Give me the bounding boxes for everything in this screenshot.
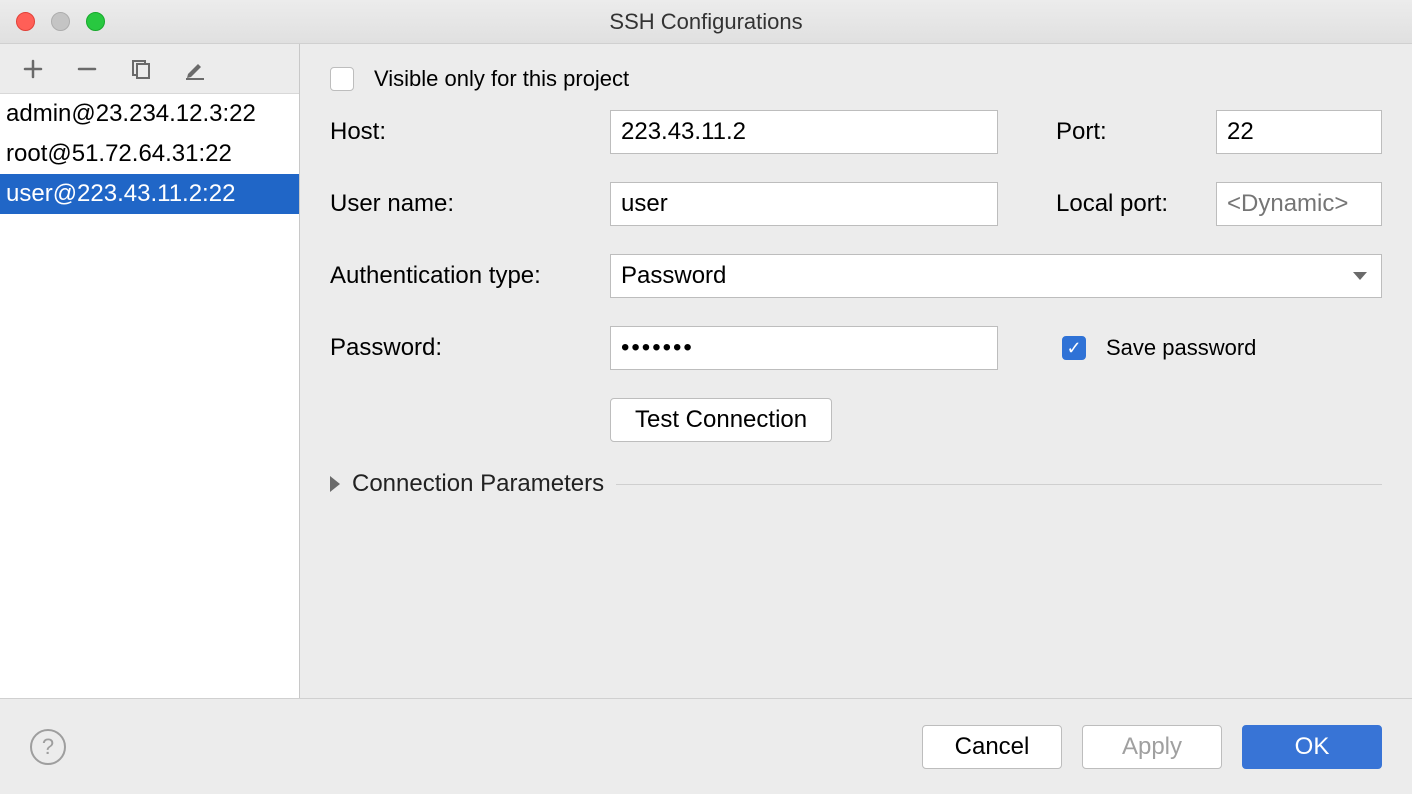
save-password-label: Save password — [1106, 335, 1256, 361]
port-label: Port: — [1056, 118, 1196, 146]
username-input[interactable] — [610, 182, 998, 226]
list-item[interactable]: root@51.72.64.31:22 — [0, 134, 299, 174]
list-item[interactable]: admin@23.234.12.3:22 — [0, 94, 299, 134]
password-input[interactable] — [610, 326, 998, 370]
chevron-down-icon — [1353, 272, 1367, 280]
help-icon[interactable]: ? — [30, 729, 66, 765]
window-title: SSH Configurations — [609, 9, 802, 35]
sidebar-toolbar — [0, 44, 299, 94]
copy-icon[interactable] — [128, 56, 154, 82]
cancel-button[interactable]: Cancel — [922, 725, 1062, 769]
section-title: Connection Parameters — [352, 470, 604, 498]
sidebar: admin@23.234.12.3:22 root@51.72.64.31:22… — [0, 44, 300, 698]
auth-type-label: Authentication type: — [330, 262, 590, 290]
auth-type-value: Password — [621, 262, 726, 290]
visible-only-label: Visible only for this project — [374, 66, 629, 92]
auth-type-select[interactable]: Password — [610, 254, 1382, 298]
list-item[interactable]: user@223.43.11.2:22 — [0, 174, 299, 214]
test-connection-button[interactable]: Test Connection — [610, 398, 832, 442]
local-port-input[interactable] — [1216, 182, 1382, 226]
apply-button[interactable]: Apply — [1082, 725, 1222, 769]
visible-only-checkbox[interactable] — [330, 67, 354, 91]
window-controls — [16, 12, 105, 31]
minimize-window-icon[interactable] — [51, 12, 70, 31]
dialog-footer: ? Cancel Apply OK — [0, 698, 1412, 794]
local-port-label: Local port: — [1056, 190, 1196, 218]
configurations-list: admin@23.234.12.3:22 root@51.72.64.31:22… — [0, 94, 299, 698]
titlebar: SSH Configurations — [0, 0, 1412, 44]
edit-icon[interactable] — [182, 56, 208, 82]
password-label: Password: — [330, 334, 590, 362]
expand-icon — [330, 476, 340, 492]
connection-parameters-section[interactable]: Connection Parameters — [330, 470, 1382, 498]
maximize-window-icon[interactable] — [86, 12, 105, 31]
ok-button[interactable]: OK — [1242, 725, 1382, 769]
add-icon[interactable] — [20, 56, 46, 82]
host-label: Host: — [330, 118, 590, 146]
port-input[interactable] — [1216, 110, 1382, 154]
form-panel: Visible only for this project Host: Port… — [300, 44, 1412, 698]
save-password-checkbox[interactable]: ✓ — [1062, 336, 1086, 360]
remove-icon[interactable] — [74, 56, 100, 82]
check-icon: ✓ — [1066, 339, 1081, 357]
close-window-icon[interactable] — [16, 12, 35, 31]
username-label: User name: — [330, 190, 590, 218]
host-input[interactable] — [610, 110, 998, 154]
